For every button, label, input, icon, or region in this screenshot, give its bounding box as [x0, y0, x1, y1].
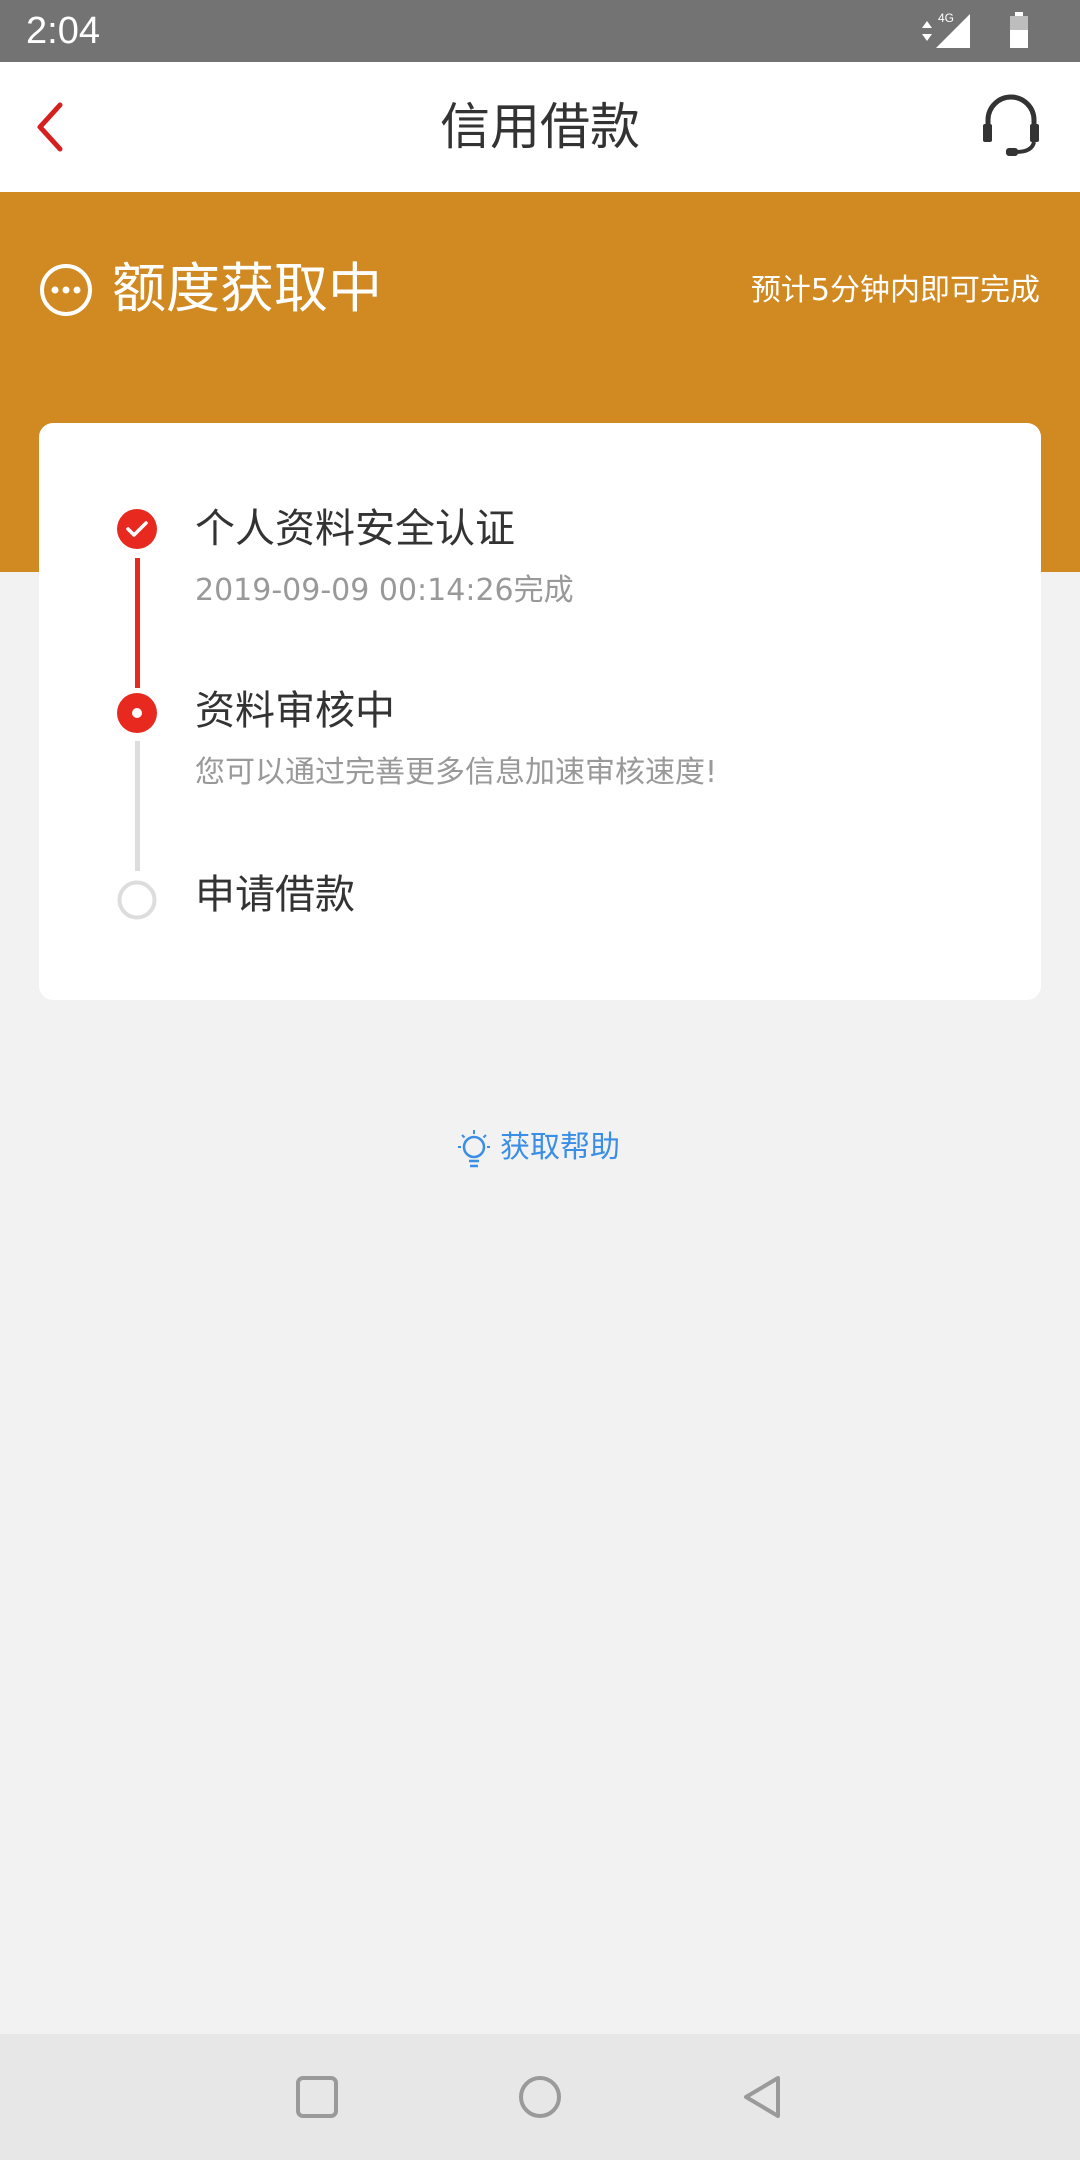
headset-icon[interactable] — [978, 92, 1044, 158]
lightbulb-icon — [458, 1130, 490, 1168]
step-connector-done — [135, 558, 140, 688]
step-title: 申请借款 — [195, 872, 355, 918]
get-help-label: 获取帮助 — [500, 1130, 620, 1165]
step-title: 个人资料安全认证 — [195, 506, 515, 552]
network-label: 4G — [938, 11, 954, 25]
status-icons: 4G — [922, 11, 1028, 48]
active-dot-icon — [117, 693, 157, 733]
status-bar: 2:04 4G — [0, 0, 1080, 62]
back-triangle-icon[interactable] — [738, 2072, 788, 2122]
step-title: 资料审核中 — [195, 688, 395, 734]
data-arrows-icon — [922, 21, 932, 41]
estimated-time-note: 预计5分钟内即可完成 — [750, 273, 1040, 308]
battery-icon — [1010, 12, 1028, 48]
page-title: 信用借款 — [440, 98, 640, 156]
progress-card: 个人资料安全认证 2019-09-09 00:14:26完成 资料审核中 您可以… — [39, 423, 1041, 1000]
status-time: 2:04 — [26, 10, 100, 52]
step-subtitle: 2019-09-09 00:14:26完成 — [195, 573, 574, 608]
pending-circle-icon — [117, 880, 157, 920]
system-nav-bar — [0, 2034, 1080, 2160]
step-subtitle: 您可以通过完善更多信息加速审核速度! — [195, 755, 718, 790]
quota-status-title: 额度获取中 — [112, 257, 382, 320]
check-circle-icon — [117, 509, 157, 549]
home-circle-icon[interactable] — [515, 2072, 565, 2122]
app-bar: 信用借款 — [0, 62, 1080, 192]
more-circle-icon — [40, 264, 92, 316]
step-connector-pending — [135, 741, 140, 871]
recents-square-icon[interactable] — [292, 2072, 342, 2122]
